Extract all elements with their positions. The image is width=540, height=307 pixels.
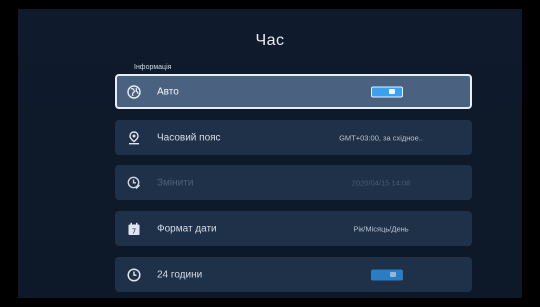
tv-settings-screen: Час Інформація Авто Часовий пояс GMT+03:…: [18, 9, 522, 298]
setting-label: Змінити: [157, 177, 194, 188]
toggle-knob: [390, 272, 396, 277]
setting-row-timezone[interactable]: Часовий пояс GMT+03:00, за східное..: [115, 120, 472, 155]
setting-value: 2020/04/15 14:08: [351, 178, 411, 187]
setting-row-auto[interactable]: Авто: [115, 74, 472, 109]
setting-value: GMT+03:00, за східное..: [339, 133, 423, 142]
section-label: Інформація: [134, 64, 172, 71]
globe-icon: [127, 84, 141, 99]
setting-label: Формат дати: [157, 223, 217, 234]
clock-icon: [127, 267, 141, 282]
toggle-knob: [389, 89, 395, 94]
setting-label: Авто: [157, 86, 179, 97]
setting-value: Рік/Місяць/День: [353, 224, 409, 233]
setting-row-change: Змінити 2020/04/15 14:08: [115, 165, 472, 200]
page-title: Час: [255, 32, 285, 49]
setting-label: Часовий пояс: [157, 132, 221, 143]
svg-text:7: 7: [132, 227, 136, 235]
24-hours-toggle[interactable]: [371, 269, 403, 280]
clock-edit-icon: [127, 176, 141, 190]
setting-label: 24 години: [157, 269, 203, 280]
setting-row-24-hours[interactable]: 24 години: [115, 257, 472, 292]
calendar-icon: 7: [127, 222, 141, 236]
location-pin-icon: [127, 130, 141, 145]
auto-toggle[interactable]: [371, 86, 403, 97]
setting-row-date-format[interactable]: 7 Формат дати Рік/Місяць/День: [115, 211, 472, 246]
